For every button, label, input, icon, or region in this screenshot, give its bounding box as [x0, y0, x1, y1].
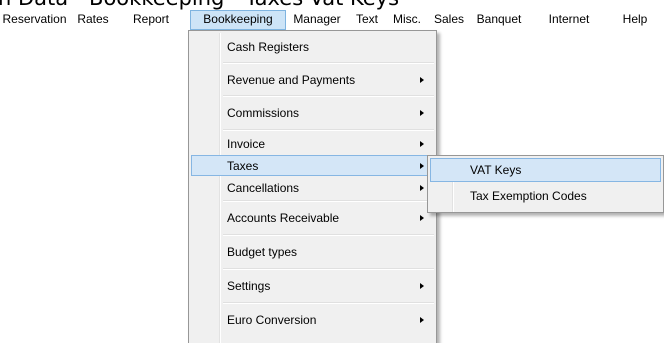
- taxes-submenu: VAT Keys Tax Exemption Codes: [427, 155, 664, 213]
- submenu-arrow-icon: [420, 316, 424, 323]
- menu-item-label: Cash Registers: [227, 39, 310, 54]
- menu-item-commissions[interactable]: Commissions: [191, 98, 434, 127]
- menu-item-cash-registers[interactable]: Cash Registers: [191, 33, 434, 60]
- menu-item-label: Tax Exemption Codes: [470, 189, 587, 203]
- menu-reservation[interactable]: Reservation: [0, 10, 69, 30]
- menu-separator: [223, 234, 434, 236]
- menu-item-budget-types[interactable]: Budget types: [191, 237, 434, 266]
- menu-separator: [223, 129, 434, 131]
- menu-item-vat-keys[interactable]: VAT Keys: [430, 158, 661, 182]
- menu-item-label: Settings: [227, 278, 271, 293]
- menu-item-euro-conversion[interactable]: Euro Conversion: [191, 305, 434, 334]
- menu-internet[interactable]: Internet: [528, 10, 610, 30]
- menu-separator: [223, 62, 434, 64]
- menu-item-label: Accounts Receivable: [227, 210, 340, 225]
- submenu-arrow-icon: [420, 76, 424, 83]
- menu-item-label: Invoice: [227, 136, 266, 151]
- menu-report[interactable]: Report: [117, 10, 185, 30]
- menu-separator: [223, 200, 434, 202]
- bookkeeping-dropdown-menu: Cash Registers Revenue and Payments Comm…: [188, 30, 437, 343]
- submenu-arrow-icon: [420, 109, 424, 116]
- menu-sales[interactable]: Sales: [428, 10, 470, 30]
- menu-text[interactable]: Text: [348, 10, 386, 30]
- menu-item-tax-exemption-codes[interactable]: Tax Exemption Codes: [430, 184, 661, 208]
- menu-item-label: Euro Conversion: [227, 312, 317, 327]
- menu-rates[interactable]: Rates: [69, 10, 117, 30]
- window-title: n Data - Bookkeeping - Taxes-Vat Keys: [0, 0, 399, 10]
- submenu-arrow-icon: [420, 162, 424, 169]
- menu-item-label: Cancellations: [227, 181, 300, 195]
- menu-separator: [223, 302, 434, 304]
- submenu-arrow-icon: [420, 140, 424, 147]
- menu-item-label: Budget types: [227, 244, 298, 259]
- window-title-bar: n Data - Bookkeeping - Taxes-Vat Keys: [0, 0, 664, 10]
- menu-item-settings[interactable]: Settings: [191, 271, 434, 300]
- menu-item-revenue-and-payments[interactable]: Revenue and Payments: [191, 65, 434, 94]
- menu-item-label: Commissions: [227, 105, 300, 120]
- menu-item-accounts-receivable[interactable]: Accounts Receivable: [191, 203, 434, 232]
- submenu-arrow-icon: [420, 214, 424, 221]
- menu-item-label: Revenue and Payments: [227, 72, 356, 87]
- menu-item-cancellations[interactable]: Cancellations: [191, 177, 434, 199]
- menu-misc[interactable]: Misc.: [386, 10, 428, 30]
- menu-item-label: VAT Keys: [470, 163, 522, 177]
- menu-bar: Reservation Rates Report Bookkeeping Man…: [0, 10, 664, 30]
- menu-separator: [223, 268, 434, 270]
- menu-help[interactable]: Help: [610, 10, 660, 30]
- menu-separator: [223, 95, 434, 97]
- menu-item-label: Taxes: [227, 158, 259, 173]
- menu-banquet[interactable]: Banquet: [470, 10, 528, 30]
- submenu-arrow-icon: [420, 282, 424, 289]
- menu-item-taxes[interactable]: Taxes: [191, 155, 434, 176]
- menu-manager[interactable]: Manager: [286, 10, 348, 30]
- submenu-arrow-icon: [420, 185, 424, 191]
- menu-bookkeeping[interactable]: Bookkeeping: [190, 10, 286, 30]
- menu-item-invoice[interactable]: Invoice: [191, 133, 434, 154]
